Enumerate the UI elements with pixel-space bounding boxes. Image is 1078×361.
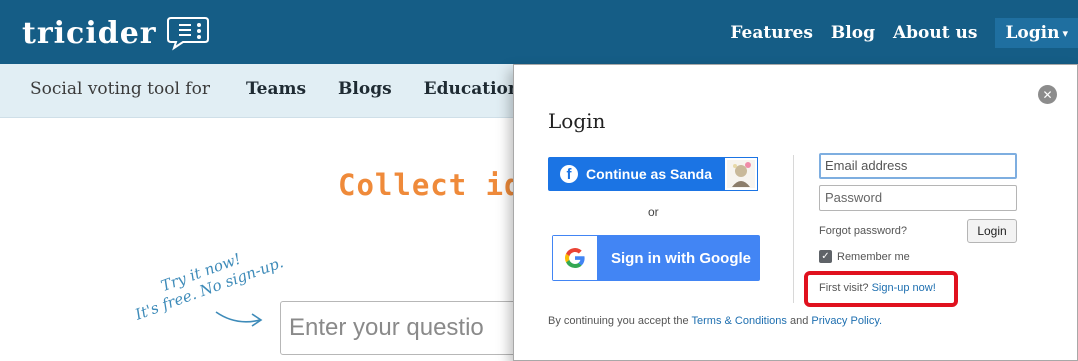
hero-heading: Collect ide: [338, 168, 542, 202]
nav-blog-link[interactable]: Blog: [831, 23, 875, 43]
main-nav: Features Blog About us Login ▾: [730, 18, 1078, 48]
first-visit-text: First visit? Sign-up now!: [819, 282, 936, 294]
subnav-blogs-link[interactable]: Blogs: [338, 79, 392, 99]
nav-about-link[interactable]: About us: [893, 23, 977, 43]
speech-bubble-logo-icon: [165, 15, 211, 51]
nav-login-dropdown[interactable]: Login ▾: [995, 18, 1078, 48]
terms-and: and: [789, 315, 809, 327]
continue-with-facebook-button[interactable]: f Continue as Sanda: [548, 157, 758, 191]
tagline: Social voting tool for: [30, 79, 210, 99]
sign-up-link[interactable]: Sign-up now!: [872, 282, 936, 294]
remember-me-label: Remember me: [837, 250, 910, 263]
modal-title: Login: [548, 109, 606, 133]
privacy-policy-link[interactable]: Privacy Policy.: [811, 315, 882, 327]
google-g-icon: [553, 236, 597, 280]
login-modal: ✕ Login f Continue as Sanda or Sign in w…: [513, 64, 1078, 361]
first-visit-label: First visit?: [819, 282, 869, 294]
remember-me-row[interactable]: ✓ Remember me: [819, 250, 910, 263]
logo-text: tricider: [22, 15, 157, 51]
subnav-teams-link[interactable]: Teams: [246, 79, 306, 99]
top-navigation-bar: tricider Features Blog About us Login ▾: [0, 0, 1078, 64]
curved-arrow-icon: [215, 311, 263, 327]
email-placeholder: Email address: [825, 158, 908, 173]
email-field[interactable]: Email address: [819, 153, 1017, 179]
tricider-logo[interactable]: tricider: [22, 14, 211, 52]
password-field[interactable]: Password: [819, 185, 1017, 211]
password-placeholder: Password: [825, 190, 883, 205]
google-button-label: Sign in with Google: [611, 249, 751, 267]
nav-login-label: Login: [1005, 23, 1060, 43]
user-avatar: [724, 157, 758, 191]
forgot-password-link[interactable]: Forgot password?: [819, 225, 907, 237]
nav-features-link[interactable]: Features: [730, 23, 813, 43]
vertical-divider: [793, 155, 794, 303]
login-submit-button[interactable]: Login: [967, 219, 1017, 243]
terms-link[interactable]: Terms & Conditions: [692, 315, 787, 327]
or-separator: or: [648, 205, 659, 219]
close-circle-icon[interactable]: ✕: [1038, 85, 1057, 104]
remember-me-checkbox[interactable]: ✓: [819, 250, 832, 263]
terms-text: By continuing you accept the Terms & Con…: [548, 315, 882, 327]
facebook-icon: f: [560, 165, 578, 183]
facebook-button-label: Continue as Sanda: [586, 166, 713, 182]
terms-prefix: By continuing you accept the: [548, 315, 689, 327]
sign-in-with-google-button[interactable]: Sign in with Google: [552, 235, 760, 281]
subnav-education-link[interactable]: Education: [424, 79, 521, 99]
chevron-down-icon: ▾: [1062, 26, 1068, 40]
